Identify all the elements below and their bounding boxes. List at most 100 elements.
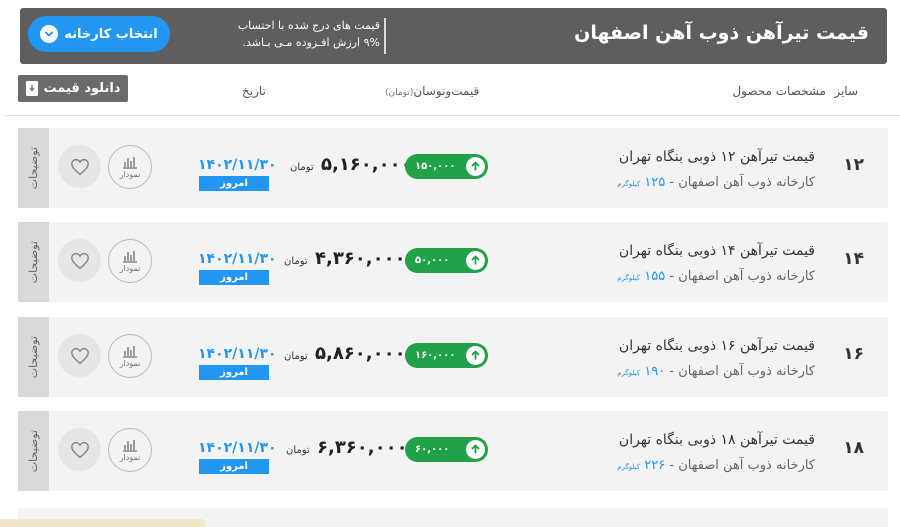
- weight-unit: کیلوگرم: [617, 274, 641, 282]
- description-tab-label: توضیحات: [27, 240, 40, 284]
- product-meta: کارخانه ذوب آهن اصفهان - ۱۹۰ کیلوگرم: [617, 364, 815, 379]
- price-change-value: ۶۰,۰۰۰: [415, 444, 450, 455]
- arrow-up-icon: [466, 440, 485, 459]
- today-badge: امروز: [199, 459, 269, 474]
- product-weight: ۱۲۵: [644, 175, 666, 190]
- select-factory-label: انتخاب کارخانه: [64, 26, 158, 42]
- price-change-badge[interactable]: ۱۶۰,۰۰۰: [405, 343, 488, 368]
- price-change-value: ۱۵۰,۰۰۰: [415, 161, 456, 172]
- page-title: قیمت تیرآهن ذوب آهن اصفهان: [574, 22, 869, 44]
- table-row: توضیحات نمودار ۱۴۰۲/۱۱/۳۰ امروز تومان ۴,…: [18, 222, 888, 302]
- product-name[interactable]: قیمت تیرآهن ۱۲ ذوبی بنگاه تهران: [619, 149, 815, 165]
- product-name[interactable]: قیمت تیرآهن ۱۸ ذوبی بنگاه تهران: [619, 432, 815, 448]
- price-value: ۶,۳۶۰,۰۰۰: [317, 437, 408, 458]
- favorite-button[interactable]: [58, 239, 101, 282]
- heart-icon: [70, 441, 89, 458]
- product-weight: ۱۹۰: [644, 364, 666, 379]
- price-change-value: ۱۶۰,۰۰۰: [415, 350, 456, 361]
- favorite-button[interactable]: [58, 428, 101, 471]
- factory-name: کارخانه ذوب آهن اصفهان -: [665, 269, 815, 284]
- header-divider: [384, 18, 386, 54]
- vat-note: قیمت های درج شده با احتساب ۹% ارزش افـزو…: [190, 17, 380, 51]
- select-factory-button[interactable]: انتخاب کارخانه: [28, 16, 170, 52]
- product-weight: ۱۵۵: [644, 269, 666, 284]
- factory-name: کارخانه ذوب آهن اصفهان -: [665, 364, 815, 379]
- description-tab[interactable]: توضیحات: [18, 222, 49, 302]
- price-value: ۵,۱۶۰,۰۰۰: [321, 154, 412, 175]
- column-header-price-unit: (تومان): [385, 88, 414, 98]
- price-change-badge[interactable]: ۵۰,۰۰۰: [405, 248, 488, 273]
- price-change-badge[interactable]: ۶۰,۰۰۰: [405, 437, 488, 462]
- favorite-button[interactable]: [58, 334, 101, 377]
- price-date: ۱۴۰۲/۱۱/۳۰: [198, 346, 277, 362]
- product-meta: کارخانه ذوب آهن اصفهان - ۱۲۵ کیلوگرم: [617, 175, 815, 190]
- description-tab-label: توضیحات: [27, 335, 40, 379]
- today-badge: امروز: [199, 270, 269, 285]
- description-tab-label: توضیحات: [27, 146, 40, 190]
- weight-unit: کیلوگرم: [617, 463, 641, 471]
- price-date: ۱۴۰۲/۱۱/۳۰: [198, 251, 277, 267]
- arrow-up-icon: [466, 157, 485, 176]
- product-name[interactable]: قیمت تیرآهن ۱۴ ذوبی بنگاه تهران: [619, 243, 815, 259]
- product-size: ۱۴: [843, 249, 864, 269]
- weight-unit: کیلوگرم: [617, 369, 641, 377]
- chart-button[interactable]: نمودار: [108, 145, 152, 189]
- vat-note-line1: قیمت های درج شده با احتساب: [237, 19, 380, 32]
- description-tab[interactable]: توضیحات: [18, 317, 49, 397]
- table-row: توضیحات نمودار ۱۴۰۲/۱۱/۳۰ امروز تومان ۶,…: [18, 411, 888, 491]
- download-price-label: دانلود قیمت: [43, 81, 121, 96]
- document-download-icon: [25, 81, 38, 96]
- chart-button[interactable]: نمودار: [108, 428, 152, 472]
- product-meta: کارخانه ذوب آهن اصفهان - ۱۵۵ کیلوگرم: [617, 269, 815, 284]
- chart-button-label: نمودار: [119, 264, 141, 273]
- description-tab[interactable]: توضیحات: [18, 411, 49, 491]
- column-header-date: تاریخ: [242, 84, 266, 98]
- chart-button-label: نمودار: [119, 453, 141, 462]
- chevron-down-icon: [40, 25, 59, 43]
- header-separator: [5, 115, 900, 116]
- bar-chart-icon: [123, 157, 137, 169]
- description-tab[interactable]: توضیحات: [18, 128, 49, 208]
- favorite-button[interactable]: [58, 145, 101, 188]
- arrow-up-icon: [466, 251, 485, 270]
- column-header-price-label: قیمت‌ونوسان: [413, 84, 480, 98]
- price-change-value: ۵۰,۰۰۰: [415, 255, 450, 266]
- vat-note-line2: ۹% ارزش افـزوده مـی بـاشد.: [242, 36, 380, 49]
- product-name[interactable]: قیمت تیرآهن ۱۶ ذوبی بنگاه تهران: [619, 338, 815, 354]
- description-tab-label: توضیحات: [27, 429, 40, 473]
- price-date: ۱۴۰۲/۱۱/۳۰: [198, 440, 277, 456]
- notification-strip: [0, 519, 205, 527]
- price-date: ۱۴۰۲/۱۱/۳۰: [198, 157, 277, 173]
- column-header-price: قیمت‌ونوسان(تومان): [385, 84, 479, 98]
- heart-icon: [70, 252, 89, 269]
- bar-chart-icon: [123, 440, 137, 452]
- price-change-badge[interactable]: ۱۵۰,۰۰۰: [405, 154, 488, 179]
- heart-icon: [70, 158, 89, 175]
- bar-chart-icon: [123, 346, 137, 358]
- chart-button-label: نمودار: [119, 170, 141, 179]
- table-row: توضیحات نمودار ۱۴۰۲/۱۱/۳۰ امروز تومان ۵,…: [18, 317, 888, 397]
- currency-label: تومان: [284, 256, 308, 267]
- product-size: ۱۶: [843, 344, 864, 364]
- today-badge: امروز: [199, 365, 269, 380]
- price-value: ۵,۸۶۰,۰۰۰: [315, 343, 406, 364]
- weight-unit: کیلوگرم: [617, 180, 641, 188]
- chart-button-label: نمودار: [119, 359, 141, 368]
- currency-label: تومان: [286, 445, 310, 456]
- bar-chart-icon: [123, 251, 137, 263]
- download-price-button[interactable]: دانلود قیمت: [18, 75, 128, 102]
- product-weight: ۲۲۶: [644, 458, 666, 473]
- currency-label: تومان: [284, 351, 308, 362]
- page-header: قیمت تیرآهن ذوب آهن اصفهان قیمت های درج …: [20, 8, 887, 64]
- column-header-specs: مشخصات محصول: [732, 84, 826, 98]
- chart-button[interactable]: نمودار: [108, 334, 152, 378]
- factory-name: کارخانه ذوب آهن اصفهان -: [665, 175, 815, 190]
- product-size: ۱۸: [843, 438, 864, 458]
- product-meta: کارخانه ذوب آهن اصفهان - ۲۲۶ کیلوگرم: [617, 458, 815, 473]
- chart-button[interactable]: نمودار: [108, 239, 152, 283]
- currency-label: تومان: [290, 162, 314, 173]
- product-size: ۱۲: [843, 155, 864, 175]
- heart-icon: [70, 347, 89, 364]
- today-badge: امروز: [199, 176, 269, 191]
- factory-name: کارخانه ذوب آهن اصفهان -: [665, 458, 815, 473]
